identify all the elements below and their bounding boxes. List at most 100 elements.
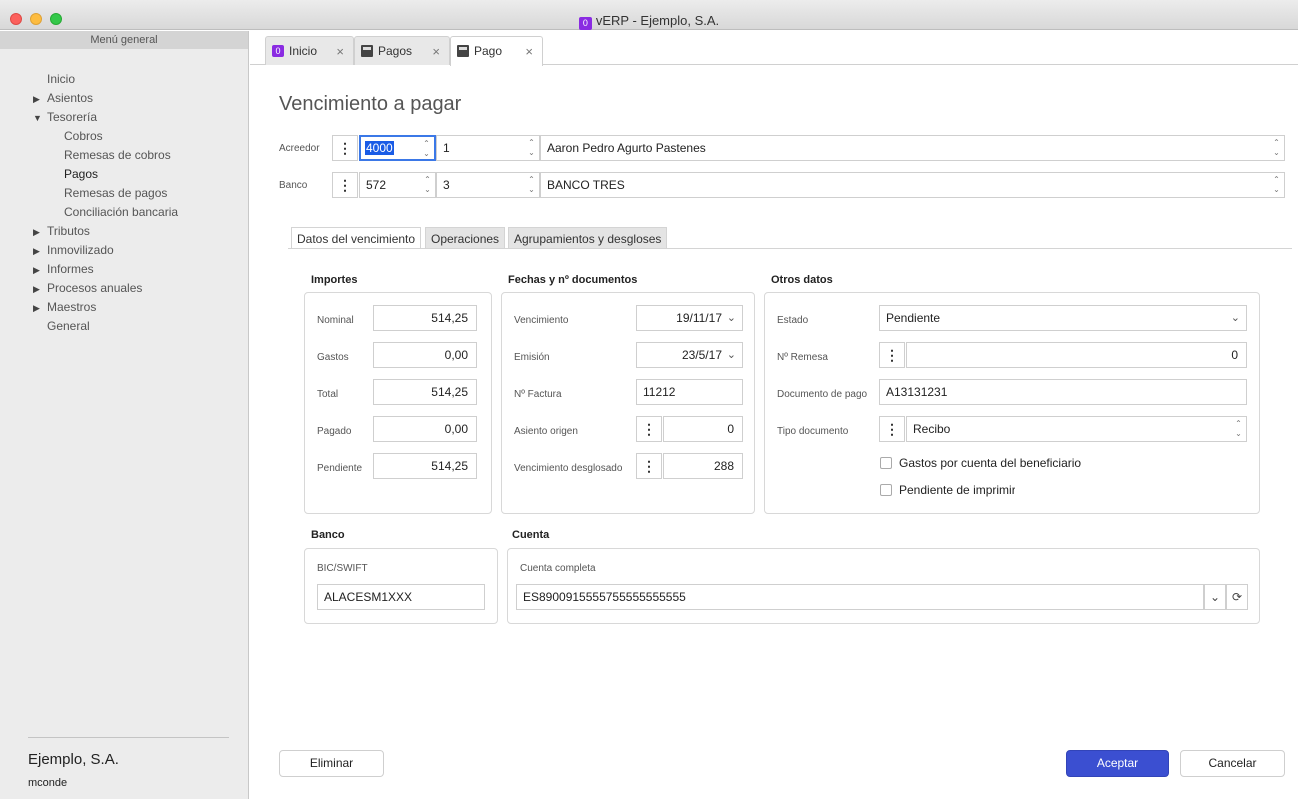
acreedor-code-input[interactable]: 4000 ⌃ ⌄	[359, 135, 436, 161]
emision-date-input[interactable]: 23/5/17 ⌄	[636, 342, 743, 368]
total-input[interactable]: 514,25	[373, 379, 477, 405]
app-tab-icon: 0	[272, 45, 284, 57]
nominal-input[interactable]: 514,25	[373, 305, 477, 331]
banco-sub-input[interactable]: 3 ⌃ ⌄	[436, 172, 540, 198]
sidebar-item-asientos[interactable]: ▶ Asientos	[0, 89, 249, 108]
cancelar-button[interactable]: Cancelar	[1180, 750, 1285, 777]
tab-pago[interactable]: Pago ×	[450, 36, 543, 66]
sidebar-item-inmovilizado[interactable]: ▶ Inmovilizado	[0, 241, 249, 260]
asiento-input[interactable]: 0	[663, 416, 743, 442]
banco-code-input[interactable]: 572 ⌃ ⌄	[359, 172, 436, 198]
stepper-icon[interactable]: ⌃ ⌄	[422, 139, 431, 159]
tab-bar: 0 Inicio × Pagos × Pago ×	[250, 36, 1298, 66]
desglosado-menu-button[interactable]: ⋮	[636, 453, 662, 479]
stepper-icon[interactable]: ⌃ ⌄	[1234, 419, 1243, 439]
sidebar-item-pagos[interactable]: Pagos	[0, 165, 249, 184]
chevron-down-icon[interactable]: ⌄	[1204, 584, 1226, 610]
page-title: Vencimiento a pagar	[279, 93, 462, 115]
bic-input[interactable]: ALACESM1XXX	[317, 584, 485, 610]
emision-label: Emisión	[514, 352, 550, 363]
desglosado-input[interactable]: 288	[663, 453, 743, 479]
cuenta-group: Cuenta completa ES8900915555755555555555…	[507, 548, 1260, 624]
tab-label: Inicio	[289, 44, 318, 58]
stepper-icon[interactable]: ⌃ ⌄	[423, 175, 432, 195]
window-title-text: vERP - Ejemplo, S.A.	[595, 13, 720, 28]
user-name: mconde	[28, 777, 68, 789]
total-label: Total	[317, 389, 339, 400]
gastos-input[interactable]: 0,00	[373, 342, 477, 368]
sidebar-item-maestros[interactable]: ▶ Maestros	[0, 298, 249, 317]
sidebar-item-label: Remesas de pagos	[64, 186, 168, 200]
estado-label: Estado	[777, 315, 809, 326]
tab-pagos[interactable]: Pagos ×	[354, 36, 450, 65]
main-content: 0 Inicio × Pagos × Pago × Vencimiento a …	[250, 31, 1298, 799]
triangle-right-icon[interactable]: ▶	[33, 261, 47, 280]
close-icon[interactable]: ×	[525, 37, 533, 66]
refresh-icon[interactable]: ⟳	[1226, 584, 1248, 610]
sidebar-item-label: Conciliación bancaria	[64, 205, 179, 219]
sidebar-item-procesos-anuales[interactable]: ▶ Procesos anuales	[0, 279, 249, 298]
desglosado-label: Vencimiento desglosado	[514, 463, 623, 474]
stepper-icon[interactable]: ⌃ ⌄	[527, 138, 536, 158]
sidebar-header: Menú general	[0, 31, 248, 49]
stepper-icon[interactable]: ⌃ ⌄	[1272, 175, 1281, 195]
close-icon[interactable]: ×	[336, 37, 344, 66]
vencimiento-date-input[interactable]: 19/11/17 ⌄	[636, 305, 743, 331]
sidebar-item-inicio[interactable]: Inicio	[0, 70, 249, 89]
tipo-menu-button[interactable]: ⋮	[879, 416, 905, 442]
vencimiento-label: Vencimiento	[514, 315, 569, 326]
tab-agrupamientos[interactable]: Agrupamientos y desgloses	[508, 227, 668, 249]
sidebar-item-label: Tesorería	[47, 110, 98, 124]
triangle-right-icon[interactable]: ▶	[33, 299, 47, 318]
acreedor-sub-input[interactable]: 1 ⌃ ⌄	[436, 135, 540, 161]
asiento-menu-button[interactable]: ⋮	[636, 416, 662, 442]
close-icon[interactable]: ×	[432, 37, 440, 66]
triangle-down-icon[interactable]: ▼	[33, 109, 47, 128]
estado-select[interactable]: Pendiente ⌄	[879, 305, 1247, 331]
importes-group: Nominal 514,25 Gastos 0,00 Total 514,25 …	[304, 292, 492, 514]
aceptar-button[interactable]: Aceptar	[1066, 750, 1169, 777]
sidebar: Menú general Inicio ▶ Asientos ▼ Tesorería Co…	[0, 31, 249, 799]
acreedor-name-input[interactable]: Aaron Pedro Agurto Pastenes ⌃ ⌄	[540, 135, 1285, 161]
remesa-input[interactable]: 0	[906, 342, 1247, 368]
cuenta-input[interactable]: ES8900915555755555555555	[516, 584, 1204, 610]
pendiente-input[interactable]: 514,25	[373, 453, 477, 479]
tab-inicio[interactable]: 0 Inicio ×	[265, 36, 354, 65]
sidebar-item-general[interactable]: General	[0, 317, 249, 336]
sidebar-item-cobros[interactable]: Cobros	[0, 127, 249, 146]
sidebar-item-informes[interactable]: ▶ Informes	[0, 260, 249, 279]
sidebar-item-conciliación-bancaria[interactable]: Conciliación bancaria	[0, 203, 249, 222]
triangle-right-icon[interactable]: ▶	[33, 242, 47, 261]
tab-operaciones[interactable]: Operaciones	[425, 227, 506, 249]
chevron-down-icon[interactable]: ⌄	[727, 306, 736, 330]
remesa-menu-button[interactable]: ⋮	[879, 342, 905, 368]
sidebar-item-tesorería[interactable]: ▼ Tesorería	[0, 108, 249, 127]
acreedor-menu-button[interactable]: ⋮	[332, 135, 358, 161]
pagado-input[interactable]: 0,00	[373, 416, 477, 442]
tab-datos-vencimiento[interactable]: Datos del vencimiento	[291, 227, 422, 249]
pendiente-imprimir-label: Pendiente de imprimir	[899, 483, 1015, 497]
triangle-right-icon[interactable]: ▶	[33, 90, 47, 109]
documento-input[interactable]: A13131231	[879, 379, 1247, 405]
window-titlebar: 0 vERP - Ejemplo, S.A.	[0, 0, 1298, 30]
bic-label: BIC/SWIFT	[317, 563, 368, 574]
chevron-down-icon[interactable]: ⌄	[1231, 306, 1240, 330]
banco-name-input[interactable]: BANCO TRES ⌃ ⌄	[540, 172, 1285, 198]
gastos-beneficiario-checkbox[interactable]	[880, 457, 892, 469]
stepper-icon[interactable]: ⌃ ⌄	[527, 175, 536, 195]
sidebar-nav: Inicio ▶ Asientos ▼ Tesorería Cobros Remesas d…	[0, 70, 249, 336]
sidebar-item-tributos[interactable]: ▶ Tributos	[0, 222, 249, 241]
sidebar-item-remesas-de-cobros[interactable]: Remesas de cobros	[0, 146, 249, 165]
eliminar-button[interactable]: Eliminar	[279, 750, 384, 777]
triangle-right-icon[interactable]: ▶	[33, 223, 47, 242]
sidebar-item-remesas-de-pagos[interactable]: Remesas de pagos	[0, 184, 249, 203]
chevron-down-icon[interactable]: ⌄	[727, 343, 736, 367]
tab-label: Pago	[474, 44, 503, 58]
banco-menu-button[interactable]: ⋮	[332, 172, 358, 198]
triangle-right-icon[interactable]: ▶	[33, 280, 47, 299]
sidebar-item-label: General	[47, 319, 90, 333]
tipo-input[interactable]: Recibo ⌃ ⌄	[906, 416, 1247, 442]
stepper-icon[interactable]: ⌃ ⌄	[1272, 138, 1281, 158]
factura-input[interactable]: 11212	[636, 379, 743, 405]
pendiente-imprimir-checkbox[interactable]	[880, 484, 892, 496]
